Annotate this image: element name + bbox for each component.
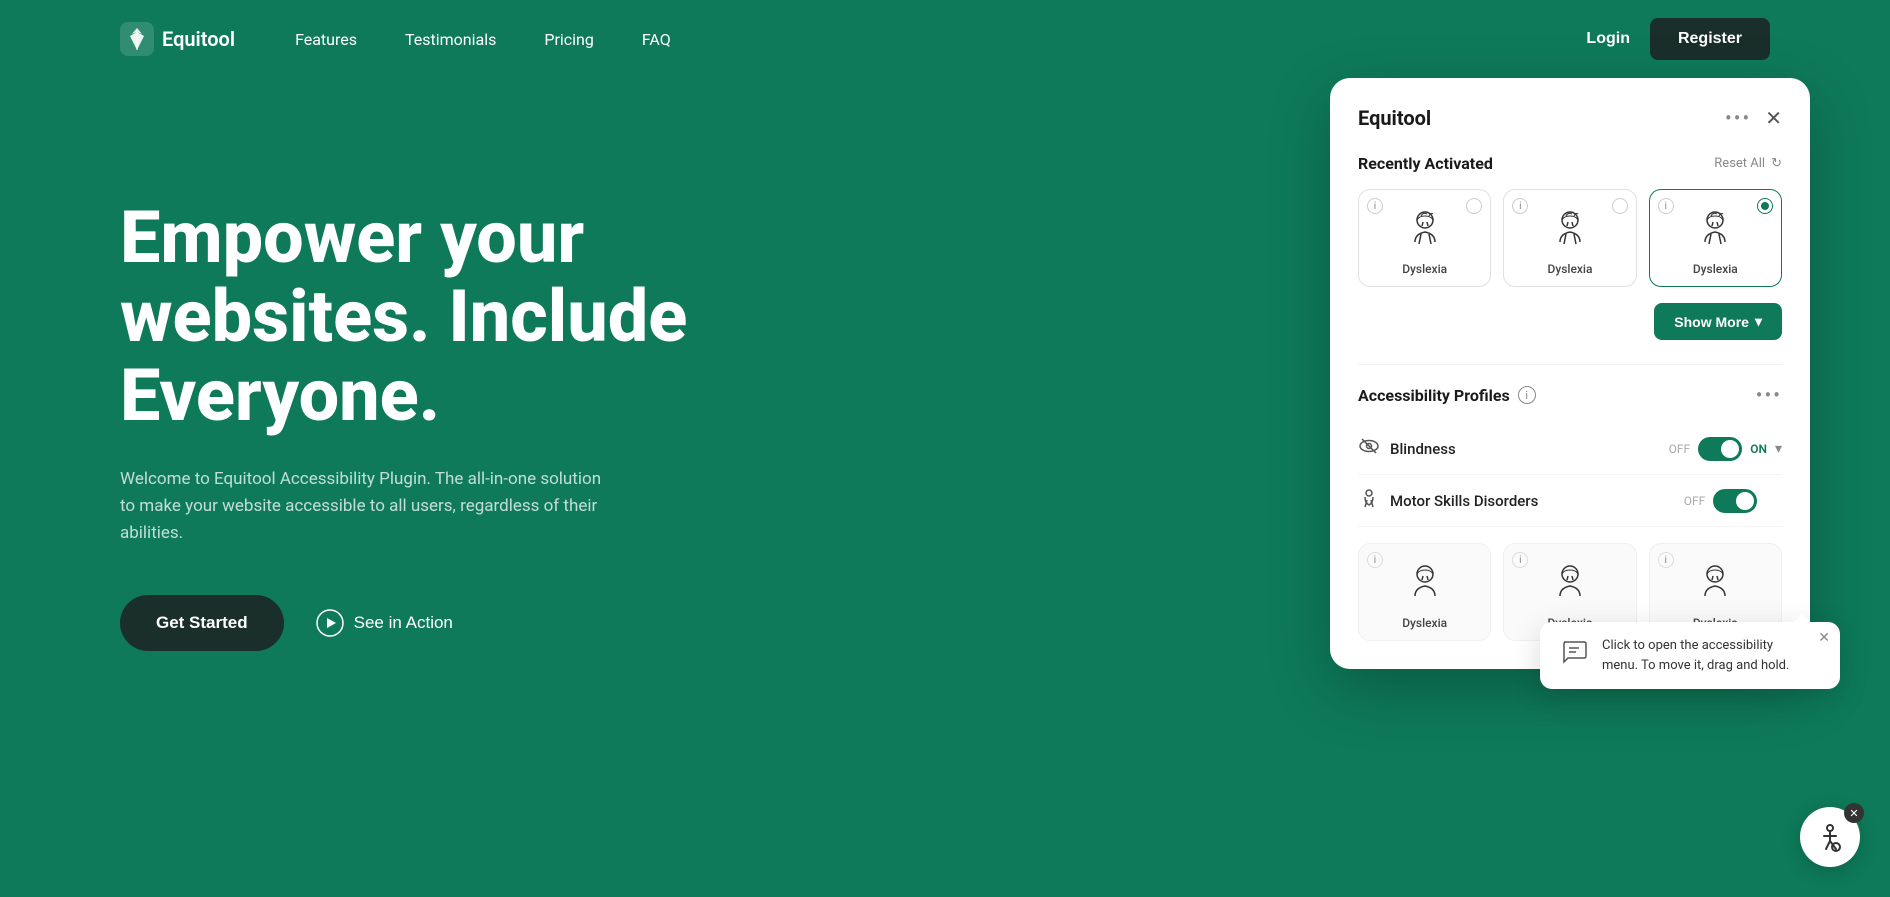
- bottom-dyslexia-figure-2: [1544, 558, 1596, 610]
- panel-close-icon[interactable]: ✕: [1765, 106, 1782, 130]
- navbar: Equitool Features Testimonials Pricing F…: [0, 0, 1890, 78]
- show-more-button[interactable]: Show More ▾: [1654, 303, 1782, 340]
- recently-activated-title: Recently Activated: [1358, 154, 1493, 173]
- tooltip-chat-icon: [1558, 636, 1590, 668]
- fab-close-icon[interactable]: ✕: [1844, 803, 1864, 823]
- blindness-label: Blindness: [1390, 440, 1456, 458]
- nav-links: Features Testimonials Pricing FAQ: [295, 30, 1586, 49]
- logo-icon: [120, 22, 154, 56]
- card-radio-1[interactable]: [1466, 198, 1482, 214]
- nav-link-features[interactable]: Features: [295, 30, 357, 49]
- register-button[interactable]: Register: [1650, 18, 1770, 60]
- motor-skills-icon: [1358, 487, 1380, 514]
- wheelchair-icon: [1814, 821, 1846, 853]
- plugin-panel-wrapper: Equitool ••• ✕ Recently Activated Reset …: [1330, 78, 1810, 669]
- tooltip-close-icon[interactable]: ✕: [1818, 630, 1830, 646]
- nav-actions: Login Register: [1586, 18, 1770, 60]
- logo[interactable]: Equitool: [120, 22, 235, 56]
- motor-skills-label: Motor Skills Disorders: [1390, 492, 1538, 510]
- accessibility-profiles-header: Accessibility Profiles i •••: [1358, 383, 1782, 407]
- bottom-card-info-1: i: [1367, 552, 1383, 568]
- logo-text: Equitool: [162, 27, 235, 51]
- refresh-icon: ↻: [1771, 156, 1782, 171]
- show-more-label: Show More: [1674, 314, 1749, 330]
- bottom-card-info-3: i: [1658, 552, 1674, 568]
- bottom-card-1[interactable]: i Dyslexia: [1358, 543, 1491, 641]
- hero-section: Empower your websites. Include Everyone.…: [0, 78, 1890, 858]
- dyslexia-figure-2: [1544, 204, 1596, 256]
- card-info-icon-2: i: [1512, 198, 1528, 214]
- nav-link-testimonials[interactable]: Testimonials: [405, 30, 496, 49]
- accessibility-info-icon[interactable]: i: [1518, 386, 1536, 404]
- hero-title: Empower your websites. Include Everyone.: [120, 198, 720, 436]
- card-radio-2[interactable]: [1612, 198, 1628, 214]
- blindness-off-label: OFF: [1669, 442, 1691, 456]
- get-started-button[interactable]: Get Started: [120, 595, 284, 651]
- blindness-on-label: ON: [1750, 442, 1767, 456]
- more-options-icon[interactable]: •••: [1725, 106, 1751, 130]
- bottom-card-label-1: Dyslexia: [1402, 616, 1447, 630]
- accessibility-fab[interactable]: ✕: [1800, 807, 1860, 867]
- accessibility-more-icon[interactable]: •••: [1756, 383, 1782, 407]
- motor-skills-off-label: OFF: [1684, 494, 1706, 508]
- tooltip-bubble: ✕ Click to open the accessibility menu. …: [1540, 622, 1840, 689]
- card-label-3: Dyslexia: [1693, 262, 1738, 276]
- panel-header: Equitool ••• ✕: [1358, 106, 1782, 130]
- accessibility-profiles-title: Accessibility Profiles: [1358, 386, 1510, 405]
- section-divider: [1358, 364, 1782, 365]
- login-button[interactable]: Login: [1586, 30, 1630, 48]
- chevron-down-icon: ▾: [1755, 313, 1762, 330]
- panel-header-actions: ••• ✕: [1725, 106, 1782, 130]
- see-in-action-label: See in Action: [354, 613, 453, 633]
- dyslexia-figure-3: [1689, 204, 1741, 256]
- reset-all-button[interactable]: Reset All ↻: [1714, 156, 1782, 171]
- tooltip-text: Click to open the accessibility menu. To…: [1602, 636, 1822, 675]
- bottom-card-info-2: i: [1512, 552, 1528, 568]
- card-label-2: Dyslexia: [1548, 262, 1593, 276]
- panel-title: Equitool: [1358, 106, 1431, 130]
- accessibility-title-group: Accessibility Profiles i: [1358, 386, 1536, 405]
- motor-skills-toggle-switch[interactable]: [1713, 489, 1757, 513]
- card-label-1: Dyslexia: [1402, 262, 1447, 276]
- nav-link-pricing[interactable]: Pricing: [544, 30, 594, 49]
- blindness-toggle-switch[interactable]: [1698, 437, 1742, 461]
- reset-all-label: Reset All: [1714, 156, 1765, 171]
- blindness-chevron-icon[interactable]: ▾: [1775, 441, 1782, 457]
- recently-activated-cards: i: [1358, 189, 1782, 287]
- card-radio-3[interactable]: [1757, 198, 1773, 214]
- bottom-dyslexia-figure-3: [1689, 558, 1741, 610]
- blindness-eye-icon: [1358, 435, 1380, 462]
- blindness-toggle-row: Blindness OFF ON ▾: [1358, 423, 1782, 475]
- hero-subtitle: Welcome to Equitool Accessibility Plugin…: [120, 466, 620, 548]
- motor-skills-toggle-right: OFF ON: [1684, 489, 1782, 513]
- dyslexia-card-2[interactable]: i: [1503, 189, 1636, 287]
- motor-skills-toggle-row: Motor Skills Disorders OFF ON: [1358, 475, 1782, 527]
- blindness-toggle-left: Blindness: [1358, 435, 1456, 462]
- see-in-action-button[interactable]: See in Action: [316, 609, 453, 637]
- bottom-dyslexia-figure-1: [1399, 558, 1451, 610]
- play-icon: [316, 609, 344, 637]
- fab-close-x: ✕: [1849, 807, 1858, 820]
- dyslexia-figure-1: [1399, 204, 1451, 256]
- blindness-toggle-right: OFF ON ▾: [1669, 437, 1782, 461]
- plugin-panel: Equitool ••• ✕ Recently Activated Reset …: [1330, 78, 1810, 669]
- dyslexia-card-1[interactable]: i: [1358, 189, 1491, 287]
- dyslexia-card-3[interactable]: i: [1649, 189, 1782, 287]
- card-info-icon-1: i: [1367, 198, 1383, 214]
- motor-skills-toggle-left: Motor Skills Disorders: [1358, 487, 1538, 514]
- recently-activated-header: Recently Activated Reset All ↻: [1358, 154, 1782, 173]
- card-info-icon-3: i: [1658, 198, 1674, 214]
- nav-link-faq[interactable]: FAQ: [642, 30, 671, 49]
